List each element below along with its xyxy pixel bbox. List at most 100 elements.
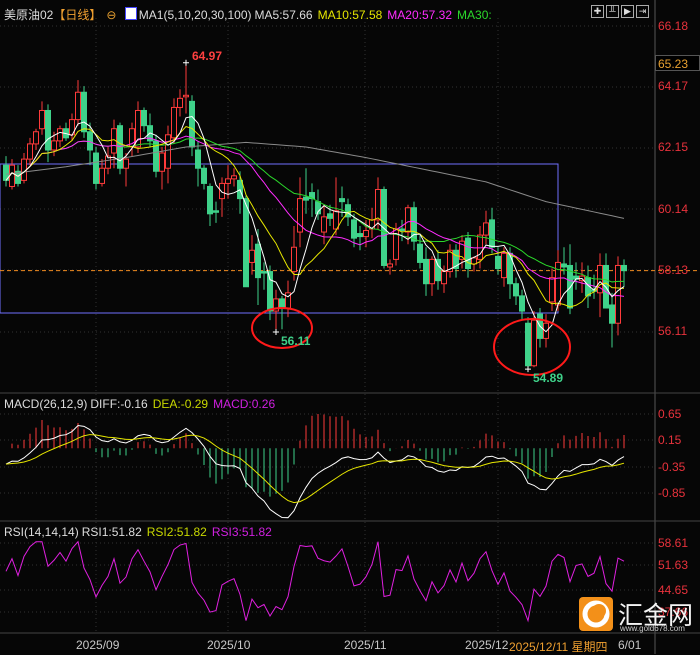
low-annotation: 54.89 <box>533 371 564 385</box>
candle-up <box>177 97 183 108</box>
candle-down <box>261 271 267 274</box>
date-label: 2025/12 <box>465 638 509 652</box>
candle-up <box>321 216 327 233</box>
bar-chart-icon[interactable]: ╨ <box>606 5 619 18</box>
candle-down <box>381 188 387 266</box>
ma20-value: MA20:57.32 <box>387 8 453 22</box>
low-marker <box>273 329 279 336</box>
candle-up <box>33 131 39 145</box>
candle-down <box>213 210 219 213</box>
candle-up <box>249 249 255 263</box>
gold678-logo <box>579 597 613 631</box>
candle-down <box>327 213 333 219</box>
candle-up <box>171 106 177 139</box>
candle-down <box>513 283 519 297</box>
price-tick: 58.13 <box>658 263 689 277</box>
candle-down <box>141 109 147 127</box>
low-marker <box>525 366 531 373</box>
price-tick: 62.15 <box>658 140 689 154</box>
candle-up <box>471 257 477 265</box>
candle-up <box>483 222 489 236</box>
candle-up <box>615 264 621 324</box>
candle-up <box>225 178 231 184</box>
candle-down <box>45 109 51 151</box>
candle-up <box>219 182 225 200</box>
candle-up <box>441 271 447 285</box>
candle-down <box>561 263 567 268</box>
candle-down <box>279 298 285 309</box>
candle-up <box>531 319 537 367</box>
candle-down <box>507 252 513 285</box>
candle-up <box>183 94 189 98</box>
period-label[interactable]: 【日线】 <box>53 8 101 22</box>
price-tick: 64.17 <box>658 79 689 93</box>
play-icon[interactable]: ▶ <box>621 5 634 18</box>
symbol-name: 美原油02 <box>4 8 54 22</box>
ma10-value: MA10:57.58 <box>317 8 383 22</box>
logo-url: www.gold678.com <box>620 624 685 633</box>
crosshair-icon[interactable]: ✚ <box>591 5 604 18</box>
current-price-box: 65.23 <box>655 55 700 71</box>
candle-down <box>93 152 99 184</box>
candle-down <box>207 185 213 215</box>
candle-down <box>87 131 93 151</box>
rsi-tick: 58.61 <box>658 536 689 550</box>
rsi-tick: 44.65 <box>658 583 689 597</box>
candle-up <box>333 210 339 230</box>
candle-up <box>51 140 57 151</box>
dea-line <box>5 434 625 504</box>
candle-down <box>525 322 531 367</box>
candle-down <box>519 295 525 312</box>
exit-icon[interactable]: ⇥ <box>636 5 649 18</box>
date-label: 2025/09 <box>76 638 120 652</box>
candle-down <box>267 271 273 312</box>
macd-value: MACD:0.26 <box>213 397 276 411</box>
candle-down <box>399 228 405 232</box>
candle-up <box>387 263 393 268</box>
drawn-rectangle <box>0 163 559 314</box>
macd-tick: 0.15 <box>658 433 682 447</box>
ma5-value: MA5:57.66 <box>254 8 313 22</box>
diff-value: DIFF:-0.16 <box>90 397 148 411</box>
candle-up <box>363 230 369 238</box>
ma-chart-icon[interactable] <box>124 7 137 20</box>
candle-up <box>99 167 105 184</box>
candle-down <box>357 233 363 238</box>
candle-down <box>303 196 309 201</box>
candle-up <box>9 164 15 187</box>
macd-tick: -0.35 <box>658 460 686 474</box>
candle-down <box>489 219 495 248</box>
low-annotation: 56.11 <box>281 334 311 348</box>
candle-up <box>165 134 171 169</box>
price-tick: 60.14 <box>658 202 689 216</box>
chart-canvas[interactable] <box>0 0 700 654</box>
swirl-icon <box>582 600 610 628</box>
dea-value: DEA:-0.29 <box>152 397 209 411</box>
macd-tick: 0.65 <box>658 407 682 421</box>
rsi3-value: RSI3:51.82 <box>211 525 272 539</box>
candle-up <box>27 143 33 160</box>
date-label: 2025/11 <box>344 638 387 652</box>
macd-header: MACD(26,12,9) DIFF:-0.16 DEA:-0.29 MACD:0.2… <box>4 397 280 411</box>
high-annotation: 64.97 <box>192 49 223 63</box>
candle-up <box>543 322 549 339</box>
rsi-header: RSI(14,14,14) RSI1:51.82 RSI2:51.82 RSI3:51… <box>4 525 277 539</box>
candle-up <box>39 109 45 130</box>
candle-down <box>495 255 501 270</box>
candle-up <box>501 252 507 279</box>
macd-label: MACD(26,12,9) <box>4 397 88 411</box>
rsi2-value: RSI2:51.82 <box>146 525 207 539</box>
high-marker <box>183 59 189 66</box>
candle-down <box>243 198 249 288</box>
rsi-tick: 51.63 <box>658 558 689 572</box>
candle-down <box>339 198 345 203</box>
main-header: 美原油02【日线】 ⊖ MA1(5,10,20,30,100) MA5:57.66 M… <box>4 6 497 23</box>
candle-up <box>231 175 237 180</box>
lock-icon[interactable]: ⊖ <box>106 8 116 22</box>
diff-line <box>5 424 625 519</box>
candle-down <box>189 100 195 148</box>
candle-down <box>201 167 207 184</box>
candle-up <box>75 91 81 121</box>
candle-down <box>81 91 87 133</box>
candle-up <box>291 246 297 273</box>
